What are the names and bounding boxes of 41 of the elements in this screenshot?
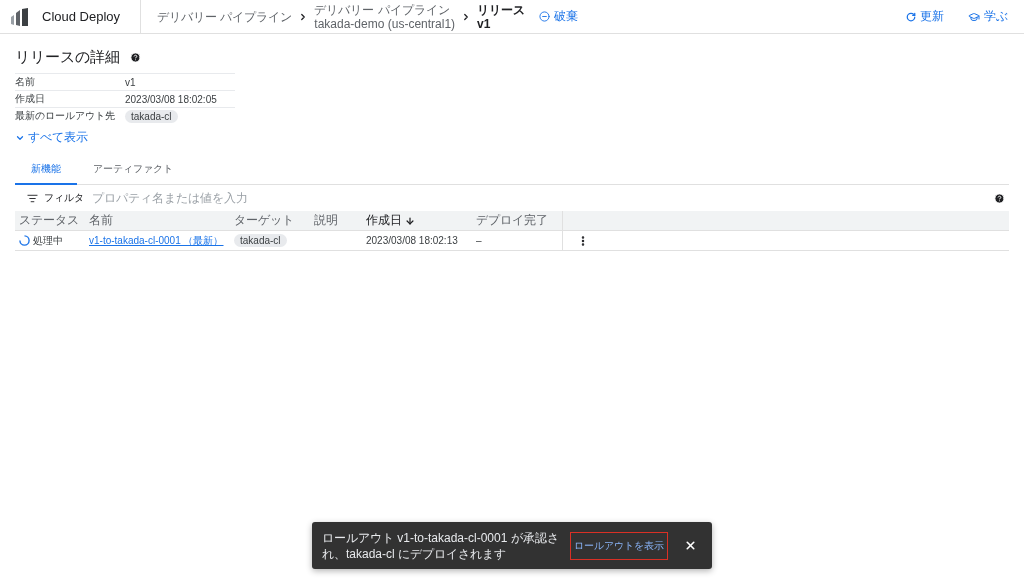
graduation-cap-icon bbox=[968, 10, 980, 23]
spinner-icon bbox=[19, 235, 30, 246]
detail-label: 最新のロールアウト先 bbox=[15, 109, 116, 123]
detail-label: 作成日 bbox=[15, 92, 46, 106]
close-icon bbox=[684, 539, 697, 552]
show-all-button[interactable]: すべて表示 bbox=[15, 129, 88, 146]
breadcrumb-link[interactable]: リリース v1 bbox=[477, 2, 526, 31]
tab[interactable]: 新機能 bbox=[15, 156, 77, 185]
logo-icon bbox=[10, 7, 30, 26]
target-chip: takada-cl bbox=[234, 234, 287, 247]
help-icon[interactable] bbox=[994, 192, 1005, 204]
column-header[interactable]: ステータス bbox=[15, 212, 85, 229]
target-chip: takada-cl bbox=[125, 109, 178, 123]
page-title: リリースの詳細 bbox=[15, 48, 120, 67]
breadcrumb-link[interactable]: デリバリー パイプライン bbox=[157, 9, 293, 24]
delete-button[interactable]: 破棄 bbox=[539, 8, 579, 25]
rollout-link[interactable]: v1-to-takada-cl-0001 （最新） bbox=[89, 233, 224, 248]
toolbar-button[interactable]: 更新 bbox=[906, 8, 944, 25]
breadcrumb-link[interactable]: デリバリー パイプライン takada-demo (us-central1) bbox=[314, 2, 456, 31]
table-cell-text: – bbox=[475, 235, 483, 246]
table-cell-text: 2023/03/08 18:02:13 bbox=[365, 235, 459, 246]
detail-value: 2023/03/08 18:02:05 bbox=[125, 93, 218, 105]
toolbar-button[interactable]: 学ぶ bbox=[968, 8, 1008, 25]
column-header[interactable]: 名前 bbox=[85, 212, 230, 229]
filter-label: フィルタ bbox=[44, 191, 84, 205]
detail-label: 名前 bbox=[15, 75, 36, 89]
filter-icon bbox=[27, 192, 38, 204]
column-header[interactable]: デプロイ完了 bbox=[472, 212, 562, 229]
sort-arrow-icon bbox=[405, 215, 415, 226]
snackbar-message: ロールアウト v1-to-takada-cl-0001 が承認され、takada-cl にデプロイされます bbox=[322, 529, 560, 562]
column-header[interactable]: 作成日 bbox=[362, 212, 472, 229]
column-header[interactable]: 説明 bbox=[310, 212, 362, 229]
detail-value: v1 bbox=[125, 76, 137, 88]
column-header[interactable]: ターゲット bbox=[230, 212, 310, 229]
status-cell: 処理中 bbox=[15, 233, 85, 248]
view-rollout-button[interactable]: ロールアウトを表示 bbox=[570, 531, 668, 560]
refresh-icon bbox=[906, 11, 916, 22]
tab[interactable]: アーティファクト bbox=[77, 156, 189, 185]
minus-circle-icon bbox=[539, 11, 551, 22]
product-name: Cloud Deploy bbox=[42, 9, 121, 24]
help-icon[interactable] bbox=[130, 52, 141, 63]
